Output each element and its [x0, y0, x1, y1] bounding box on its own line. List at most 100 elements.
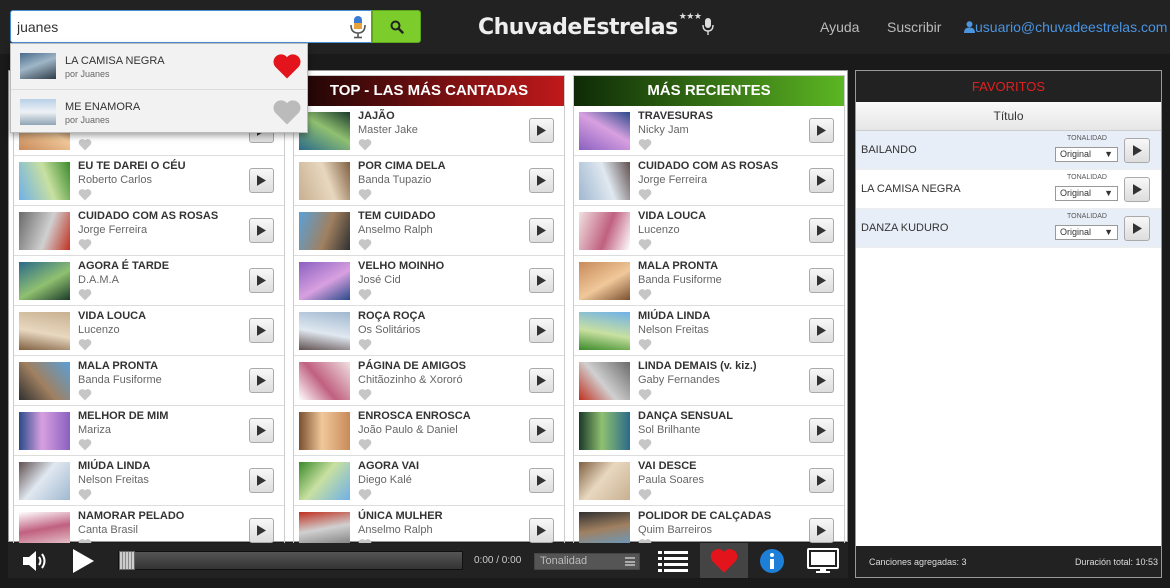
heart-icon[interactable]	[638, 288, 652, 301]
play-button[interactable]	[809, 118, 834, 143]
song-row[interactable]: VIDA LOUCA Lucenzo	[14, 306, 284, 356]
song-row[interactable]: MIÚDA LINDA Nelson Freitas	[14, 456, 284, 506]
monitor-icon[interactable]	[805, 543, 841, 578]
song-row[interactable]: VELHO MOINHO José Cid	[294, 256, 564, 306]
tonality-select[interactable]: Tonalidad	[534, 553, 640, 570]
heart-icon[interactable]	[272, 98, 302, 126]
play-button[interactable]	[249, 468, 274, 493]
heart-icon[interactable]	[78, 438, 92, 451]
heart-icon[interactable]	[708, 543, 740, 578]
heart-icon[interactable]	[638, 438, 652, 451]
song-row[interactable]: MALA PRONTA Banda Fusiforme	[574, 256, 844, 306]
play-button[interactable]	[249, 368, 274, 393]
tonality-select[interactable]: Original ▼	[1055, 225, 1118, 240]
heart-icon[interactable]	[78, 138, 92, 151]
song-row[interactable]: ÚNICA MULHER Anselmo Ralph	[294, 506, 564, 543]
heart-icon[interactable]	[78, 238, 92, 251]
tonality-select[interactable]: Original ▼	[1055, 186, 1118, 201]
song-row[interactable]: MALA PRONTA Banda Fusiforme	[14, 356, 284, 406]
search-button[interactable]	[372, 10, 421, 43]
nav-subscribe-link[interactable]: Suscribir	[887, 19, 941, 35]
play-button[interactable]	[529, 368, 554, 393]
play-button[interactable]	[529, 118, 554, 143]
heart-icon[interactable]	[78, 488, 92, 501]
favorite-row[interactable]: BAILANDO TONALIDAD Original ▼	[856, 131, 1161, 170]
song-row[interactable]: ENROSCA ENROSCA João Paulo & Daniel	[294, 406, 564, 456]
info-icon[interactable]	[758, 543, 786, 578]
favorite-row[interactable]: LA CAMISA NEGRA TONALIDAD Original ▼	[856, 170, 1161, 209]
song-row[interactable]: DANÇA SENSUAL Sol Brilhante	[574, 406, 844, 456]
heart-icon[interactable]	[358, 238, 372, 251]
song-row[interactable]: PÁGINA DE AMIGOS Chitãozinho & Xororó	[294, 356, 564, 406]
song-row[interactable]: EU TE DAREI O CÉU Roberto Carlos	[14, 156, 284, 206]
heart-icon[interactable]	[638, 388, 652, 401]
song-row[interactable]: VIDA LOUCA Lucenzo	[574, 206, 844, 256]
play-button[interactable]	[809, 268, 834, 293]
play-button[interactable]	[249, 168, 274, 193]
play-button[interactable]	[1124, 177, 1150, 202]
microphone-icon[interactable]	[348, 15, 368, 39]
song-row[interactable]: POLIDOR DE CALÇADAS Quim Barreiros	[574, 506, 844, 543]
play-button[interactable]	[809, 468, 834, 493]
nav-help-link[interactable]: Ayuda	[820, 19, 859, 35]
suggestion-item[interactable]: LA CAMISA NEGRA por Juanes	[11, 44, 307, 88]
heart-icon[interactable]	[358, 338, 372, 351]
song-row[interactable]: POR CIMA DELA Banda Tupazio	[294, 156, 564, 206]
song-row[interactable]: AGORA É TARDE D.A.M.A	[14, 256, 284, 306]
seek-handle[interactable]	[119, 551, 135, 570]
song-row[interactable]: ROÇA ROÇA Os Solitários	[294, 306, 564, 356]
play-button[interactable]	[249, 418, 274, 443]
heart-icon[interactable]	[358, 188, 372, 201]
play-button[interactable]	[529, 218, 554, 243]
logo[interactable]: ChuvadeEstrelas ★★★	[478, 12, 715, 42]
suggestion-item[interactable]: ME ENAMORA por Juanes	[11, 89, 307, 133]
heart-icon[interactable]	[638, 138, 652, 151]
song-row[interactable]: CUIDADO COM AS ROSAS Jorge Ferreira	[14, 206, 284, 256]
heart-icon[interactable]	[358, 488, 372, 501]
heart-icon[interactable]	[272, 52, 302, 80]
play-button[interactable]	[249, 218, 274, 243]
heart-icon[interactable]	[78, 338, 92, 351]
song-row[interactable]: TRAVESURAS Nicky Jam	[574, 106, 844, 156]
play-icon[interactable]	[68, 543, 98, 578]
play-button[interactable]	[529, 518, 554, 543]
play-button[interactable]	[249, 318, 274, 343]
play-button[interactable]	[249, 268, 274, 293]
favorite-row[interactable]: DANZA KUDURO TONALIDAD Original ▼	[856, 209, 1161, 248]
heart-icon[interactable]	[78, 388, 92, 401]
heart-icon[interactable]	[78, 288, 92, 301]
song-row[interactable]: LINDA DEMAIS (v. kiz.) Gaby Fernandes	[574, 356, 844, 406]
heart-icon[interactable]	[358, 288, 372, 301]
play-button[interactable]	[529, 268, 554, 293]
list-icon[interactable]	[653, 543, 693, 578]
song-row[interactable]: MELHOR DE MIM Mariza	[14, 406, 284, 456]
play-button[interactable]	[529, 318, 554, 343]
song-row[interactable]: AGORA VAI Diego Kalé	[294, 456, 564, 506]
play-button[interactable]	[529, 418, 554, 443]
heart-icon[interactable]	[358, 438, 372, 451]
nav-user-link[interactable]: usuario@chuvadeestrelas.com	[964, 19, 1167, 35]
volume-icon[interactable]	[18, 543, 54, 578]
song-row[interactable]: JAJÃO Master Jake	[294, 106, 564, 156]
song-row[interactable]: MIÚDA LINDA Nelson Freitas	[574, 306, 844, 356]
play-button[interactable]	[529, 468, 554, 493]
heart-icon[interactable]	[638, 488, 652, 501]
tonality-select[interactable]: Original ▼	[1055, 147, 1118, 162]
play-button[interactable]	[809, 418, 834, 443]
play-button[interactable]	[809, 368, 834, 393]
song-row[interactable]: NAMORAR PELADO Canta Brasil	[14, 506, 284, 543]
play-button[interactable]	[1124, 138, 1150, 163]
song-row[interactable]: VAI DESCE Paula Soares	[574, 456, 844, 506]
play-button[interactable]	[809, 518, 834, 543]
play-button[interactable]	[809, 218, 834, 243]
heart-icon[interactable]	[638, 238, 652, 251]
play-button[interactable]	[529, 168, 554, 193]
play-button[interactable]	[809, 318, 834, 343]
play-button[interactable]	[249, 518, 274, 543]
song-row[interactable]: TEM CUIDADO Anselmo Ralph	[294, 206, 564, 256]
play-button[interactable]	[1124, 216, 1150, 241]
song-row[interactable]: CUIDADO COM AS ROSAS Jorge Ferreira	[574, 156, 844, 206]
heart-icon[interactable]	[358, 388, 372, 401]
search-input[interactable]	[10, 10, 372, 43]
heart-icon[interactable]	[638, 338, 652, 351]
